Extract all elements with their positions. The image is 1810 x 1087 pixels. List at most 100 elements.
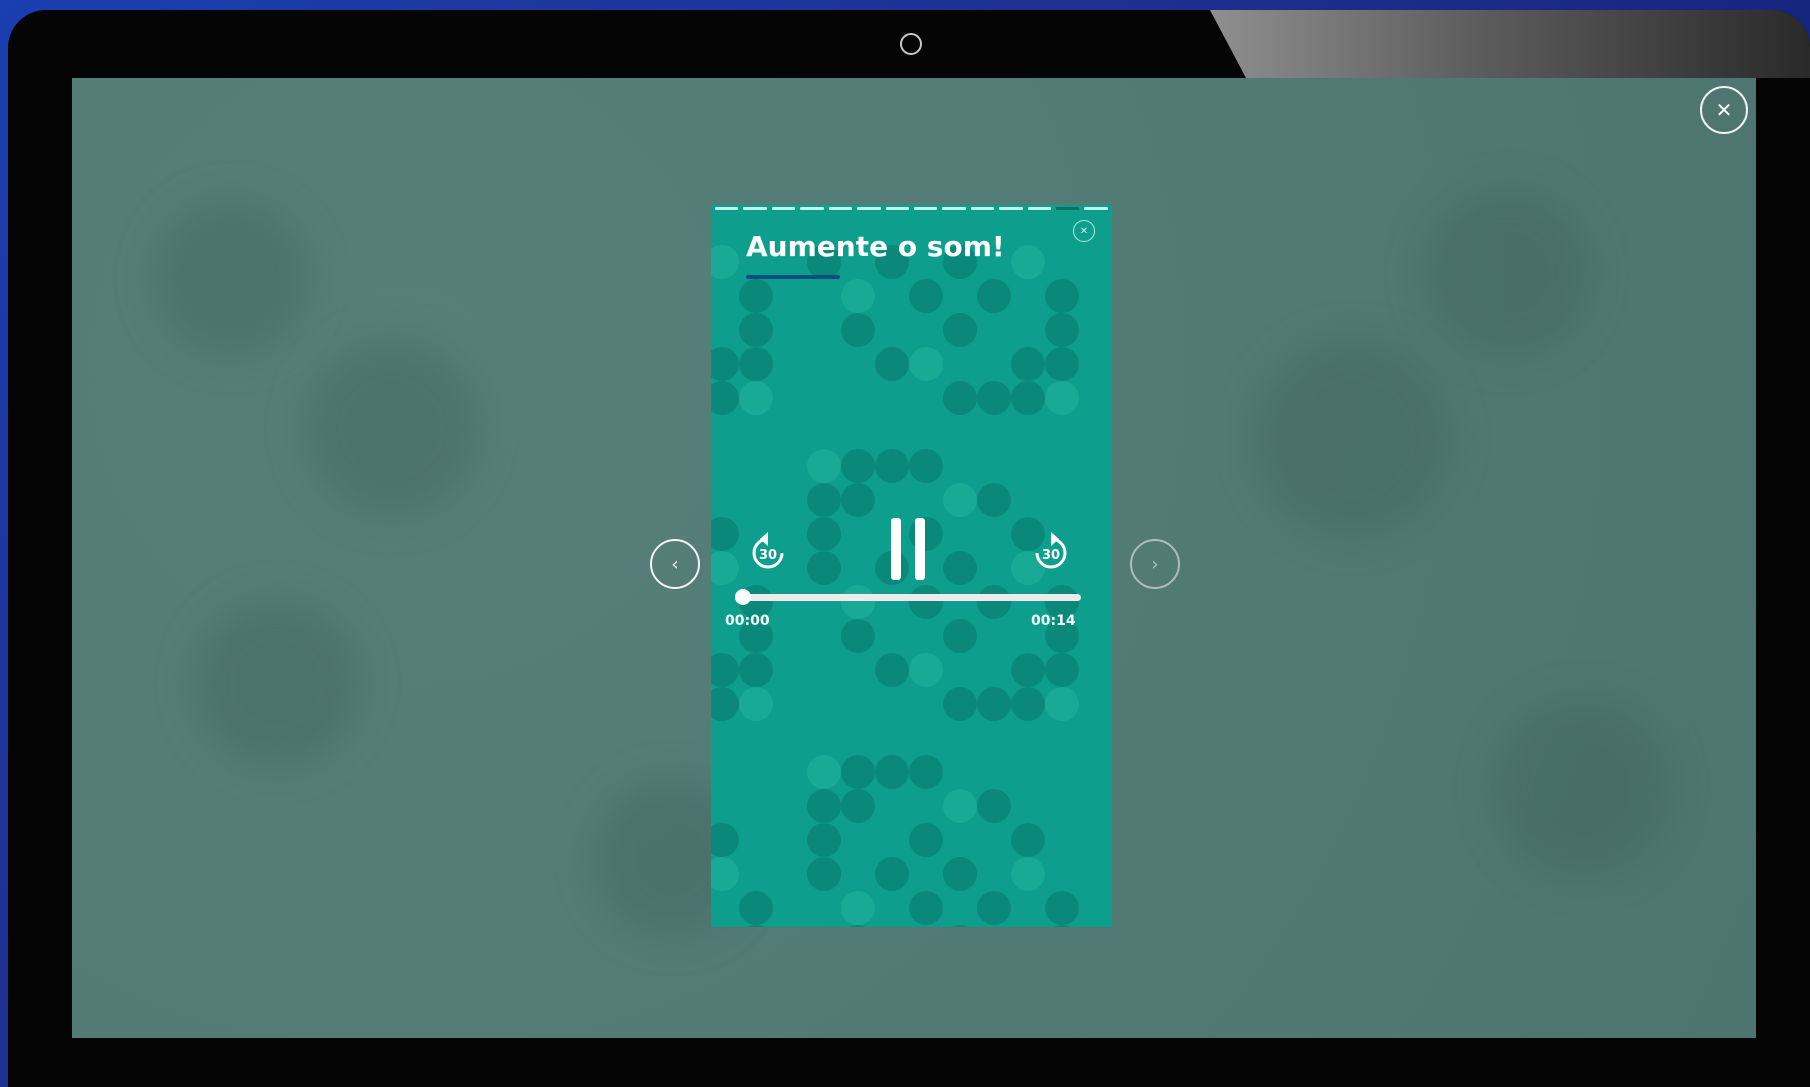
pattern-circle: [1011, 381, 1045, 415]
pattern-circle: [977, 585, 1011, 619]
next-story-button[interactable]: ›: [1130, 539, 1180, 589]
pattern-circle: [711, 687, 739, 721]
pattern-circle: [841, 449, 875, 483]
pattern-circle: [943, 619, 977, 653]
pattern-circle: [739, 653, 773, 687]
title-underline: [746, 275, 840, 279]
pattern-circle: [943, 551, 977, 585]
pattern-circle: [807, 857, 841, 891]
pattern-circle: [711, 551, 739, 585]
pattern-circle: [909, 891, 943, 925]
pattern-circle: [739, 687, 773, 721]
pause-icon: [891, 518, 901, 580]
pattern-circle: [977, 891, 1011, 925]
pattern-circle: [841, 585, 875, 619]
story-progress-bar: [715, 207, 1108, 210]
pattern-circle: [807, 517, 841, 551]
pattern-circle: [909, 755, 943, 789]
backdrop-blur: [152, 198, 312, 358]
pattern-circle: [807, 789, 841, 823]
pattern-circle: [739, 381, 773, 415]
current-time: 00:00: [725, 613, 770, 629]
pattern-circle: [1011, 347, 1045, 381]
replay-30-icon: 30: [752, 532, 784, 569]
pattern-circle: [909, 585, 943, 619]
pattern-circle: [807, 755, 841, 789]
pattern-circle: [875, 857, 909, 891]
story-close-button[interactable]: ✕: [1073, 220, 1095, 242]
pattern-circle: [943, 789, 977, 823]
pattern-circle: [807, 551, 841, 585]
backdrop-blur: [1252, 338, 1452, 538]
forward-30-button[interactable]: 30: [1031, 529, 1071, 575]
pattern-circle: [875, 653, 909, 687]
pattern-circle: [711, 823, 739, 857]
progress-segment: [743, 207, 767, 210]
pattern-circle: [1011, 823, 1045, 857]
pattern-circle: [711, 347, 739, 381]
duration-time: 00:14: [1031, 613, 1076, 629]
backdrop-blur: [302, 338, 482, 518]
pattern-circle: [1045, 925, 1079, 927]
pattern-circle: [977, 279, 1011, 313]
backdrop-blur: [192, 598, 362, 768]
pattern-circle: [807, 483, 841, 517]
pattern-circle: [807, 823, 841, 857]
progress-segment: [970, 207, 995, 210]
seek-handle[interactable]: [735, 589, 751, 605]
pattern-circle: [711, 245, 739, 279]
progress-segment: [913, 207, 938, 210]
pattern-circle: [909, 823, 943, 857]
pattern-circle: [909, 279, 943, 313]
close-viewer-button[interactable]: ✕: [1700, 86, 1748, 134]
pattern-circle: [711, 381, 739, 415]
pattern-circle: [841, 313, 875, 347]
camera-icon: [900, 33, 922, 55]
progress-segment: [885, 207, 909, 210]
pattern-circle: [1011, 857, 1045, 891]
pattern-circle: [909, 449, 943, 483]
pattern-circle: [711, 857, 739, 891]
pattern-circle: [943, 313, 977, 347]
pattern-circle: [1011, 653, 1045, 687]
pattern-circle: [1011, 687, 1045, 721]
backdrop-blur: [1422, 188, 1592, 358]
progress-segment: [942, 207, 966, 210]
pattern-circle: [739, 279, 773, 313]
rewind-30-button[interactable]: 30: [748, 529, 788, 575]
pattern-circle: [1045, 347, 1079, 381]
forward-30-icon: 30: [1035, 532, 1067, 569]
pattern-circle: [943, 857, 977, 891]
pattern-circle: [711, 653, 739, 687]
screen-glare: [1210, 10, 1810, 78]
pattern-circle: [1045, 313, 1079, 347]
progress-segment: [715, 207, 739, 210]
previous-story-button[interactable]: ‹: [650, 539, 700, 589]
pattern-circle: [977, 687, 1011, 721]
pattern-circle: [909, 347, 943, 381]
pattern-circle: [841, 483, 875, 517]
pattern-circle: [841, 891, 875, 925]
close-icon: ✕: [1079, 225, 1089, 237]
pattern-circle: [841, 279, 875, 313]
progress-segment: [828, 207, 853, 210]
story-card: ✕ Aumente o som! 30 30 00:00 00:14: [711, 205, 1112, 927]
pattern-circle: [1045, 687, 1079, 721]
pattern-circle: [977, 381, 1011, 415]
progress-segment: [857, 207, 881, 210]
pattern-circle: [943, 381, 977, 415]
story-viewer-backdrop: ✕ ‹ › ✕ Aumente o som! 30 30 00:00 00:14: [72, 78, 1756, 1038]
pattern-circle: [875, 347, 909, 381]
pattern-circle: [841, 789, 875, 823]
audio-seek-track[interactable]: [741, 594, 1081, 601]
pattern-circle: [739, 925, 773, 927]
progress-segment: [1027, 207, 1052, 210]
pause-icon-bar: [915, 518, 925, 580]
progress-segment: [771, 207, 796, 210]
pattern-circle: [943, 687, 977, 721]
pause-button[interactable]: [891, 518, 927, 580]
story-title: Aumente o som!: [746, 230, 1005, 263]
pattern-circle: [739, 891, 773, 925]
pattern-circle: [875, 449, 909, 483]
progress-segment: [1056, 207, 1080, 210]
